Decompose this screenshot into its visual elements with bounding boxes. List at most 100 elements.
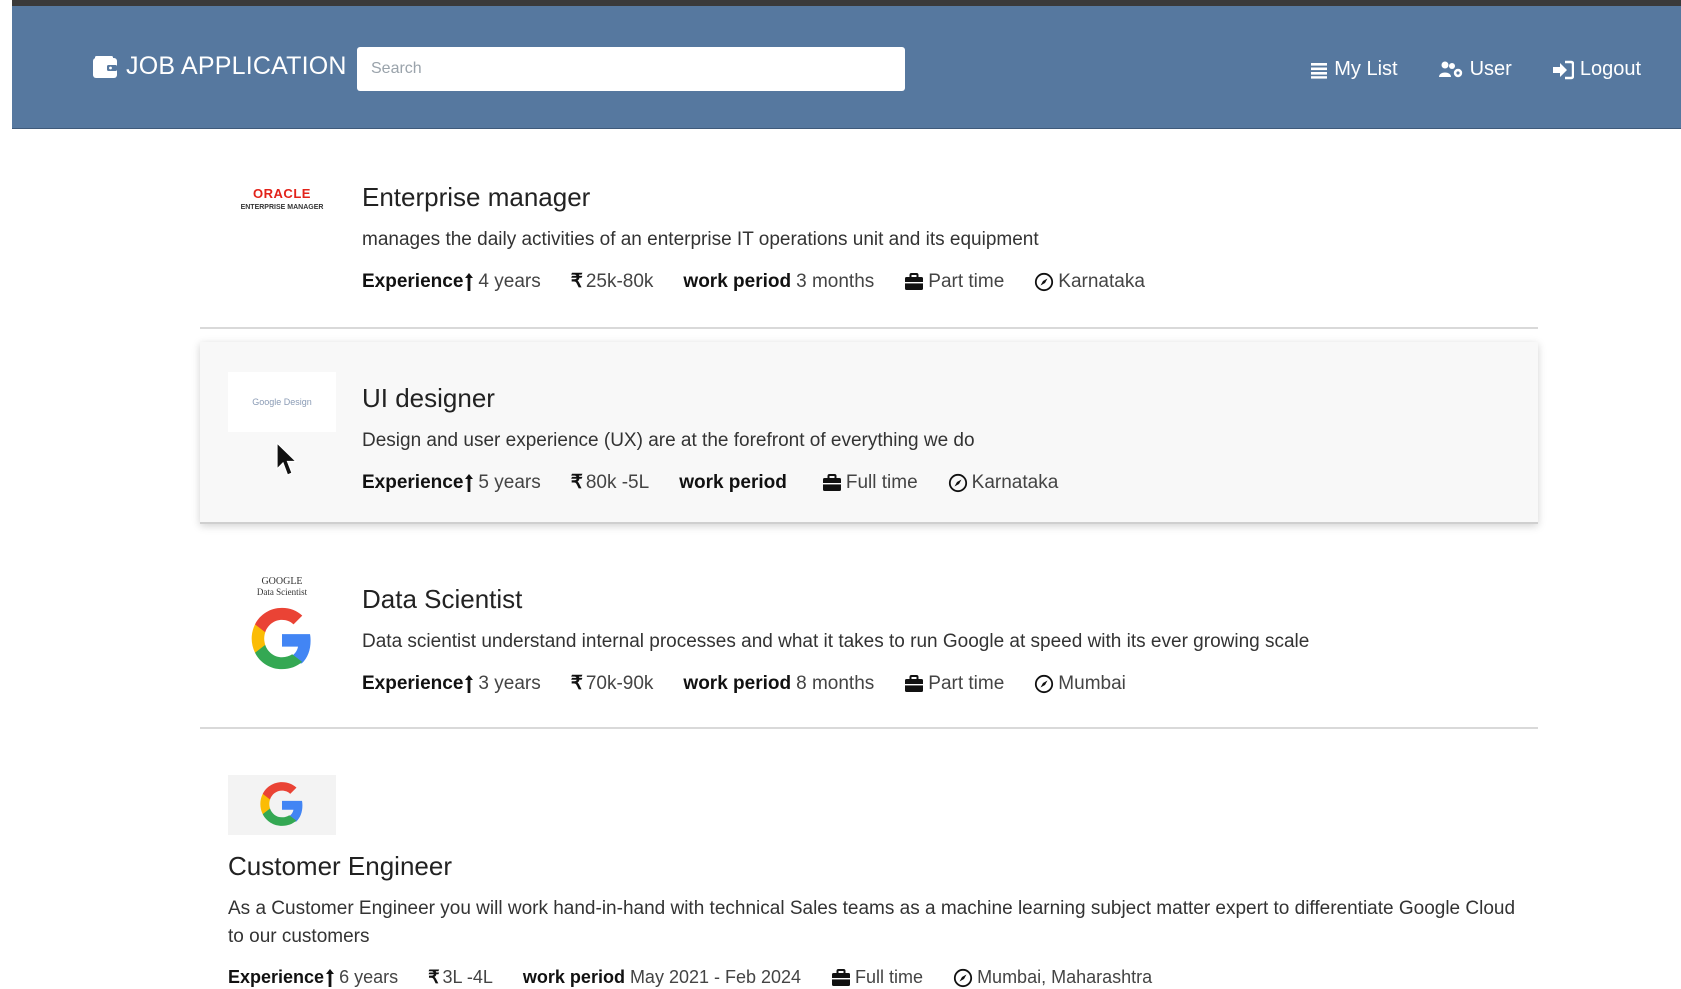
company-logo: GOOGLE Data Scientist [228,570,336,694]
experience-value: 6 years [339,967,399,987]
job-title[interactable]: UI designer [362,383,495,414]
work-period: work period 8 months [683,673,874,695]
work-period-label: work period [683,672,792,694]
brand[interactable]: JOB APPLICATION [92,52,347,81]
job-meta: Experience 6 years ₹ 3L -4L work period … [228,967,1182,988]
experience: Experience 6 years [228,967,398,988]
work-period-label: work period [683,270,792,292]
work-period-value: 8 months [796,672,875,694]
work-period: work period 3 months [683,271,874,293]
briefcase-icon [905,674,924,692]
logo-brand: ORACLE [253,185,311,201]
sign-in-icon [1552,60,1574,79]
navbar: JOB APPLICATION My List User [12,6,1681,129]
experience-label: Experience [362,270,464,292]
job-meta: Experience 4 years ₹ 25k-80k work period… [362,270,1175,293]
job-description: Data scientist understand internal proce… [362,631,1310,652]
location: Karnataka [1034,271,1145,293]
salary: ₹ 25k-80k [571,270,654,293]
location-value: Karnataka [1058,270,1145,292]
experience-label: Experience [228,967,325,987]
job-type: Full time [822,472,918,494]
location: Mumbai, Maharashtra [953,967,1152,988]
briefcase-icon [822,473,841,491]
location: Mumbai [1034,673,1126,695]
location-value: Karnataka [971,471,1059,493]
job-card[interactable]: Customer Engineer As a Customer Engineer… [200,729,1538,989]
mouse-cursor-icon [276,442,298,476]
job-title[interactable]: Data Scientist [362,584,522,615]
job-card[interactable]: GOOGLE Data Scientist Data Scientist Dat… [200,524,1538,729]
logo-line1: GOOGLE [261,576,303,587]
job-card[interactable]: Google Design UI designer Design and use… [200,342,1538,524]
job-type-value: Full time [855,967,924,987]
experience: Experience 3 years [362,673,541,695]
salary-value: 70k-90k [585,672,654,694]
job-type-value: Part time [928,270,1005,292]
compass-icon [1035,272,1054,291]
user-label: User [1469,58,1512,80]
work-period-label: work period [679,471,787,493]
logo-subtext: ENTERPRISE MANAGER [240,203,324,211]
location-value: Mumbai, Maharashtra [977,967,1153,987]
salary: ₹ 3L -4L [428,967,493,988]
work-period-label: work period [522,967,625,987]
job-type: Part time [904,271,1004,293]
compass-icon [948,473,967,492]
rupee-icon: ₹ [428,967,440,987]
arrow-up-icon [465,473,474,492]
experience-value: 5 years [478,471,541,493]
job-meta: Experience 5 years ₹ 80k -5L work period… [362,471,1088,494]
rupee-icon: ₹ [570,472,583,493]
job-title[interactable]: Enterprise manager [362,182,590,213]
company-logo: ORACLE ENTERPRISE MANAGER [228,168,336,228]
google-logo-icon [251,607,311,670]
logout-label: Logout [1579,58,1641,80]
briefcase-icon [832,968,851,986]
job-title[interactable]: Customer Engineer [228,851,452,882]
rupee-icon: ₹ [570,271,583,292]
briefcase-icon [905,272,924,290]
rupee-icon: ₹ [570,673,583,694]
logo-text: Google Design [252,397,312,407]
work-period: work period [679,472,792,494]
salary-value: 25k-80k [585,270,654,292]
search-input[interactable] [357,47,905,91]
company-logo [228,775,336,835]
compass-icon [1035,674,1054,693]
work-period: work period May 2021 - Feb 2024 [523,967,801,988]
company-logo: Google Design [228,372,336,432]
work-period-value: 3 months [796,270,875,292]
wallet-icon [93,55,117,78]
job-list: ORACLE ENTERPRISE MANAGER Enterprise man… [200,128,1538,989]
arrow-up-icon [465,674,474,693]
experience-value: 3 years [478,672,541,694]
job-description: manages the daily activities of an enter… [362,229,1039,250]
salary-value: 80k -5L [585,471,650,493]
job-type-value: Part time [928,672,1005,694]
nav-links: My List User Logout [1310,58,1641,81]
salary: ₹ 70k-90k [571,672,654,695]
experience-value: 4 years [478,270,541,292]
salary-value: 3L -4L [442,967,493,987]
experience-label: Experience [362,672,464,694]
job-type: Full time [831,967,923,988]
my-list-label: My List [1334,58,1398,80]
logout-link[interactable]: Logout [1552,58,1641,81]
job-type: Part time [904,673,1004,695]
work-period-value: May 2021 - Feb 2024 [629,967,802,987]
experience: Experience 5 years [362,472,541,494]
job-card[interactable]: ORACLE ENTERPRISE MANAGER Enterprise man… [200,128,1538,329]
google-logo-icon [260,782,303,826]
compass-icon [953,968,973,987]
experience-label: Experience [362,471,464,493]
users-cog-icon [1438,61,1462,77]
brand-title: JOB APPLICATION [126,52,347,80]
user-link[interactable]: User [1438,58,1512,81]
job-description: As a Customer Engineer you will work han… [228,898,1516,947]
job-description: Design and user experience (UX) are at t… [362,430,975,451]
experience: Experience 4 years [362,271,541,293]
arrow-up-icon [326,968,335,987]
my-list-link[interactable]: My List [1310,58,1398,81]
job-meta: Experience 3 years ₹ 70k-90k work period… [362,672,1156,695]
